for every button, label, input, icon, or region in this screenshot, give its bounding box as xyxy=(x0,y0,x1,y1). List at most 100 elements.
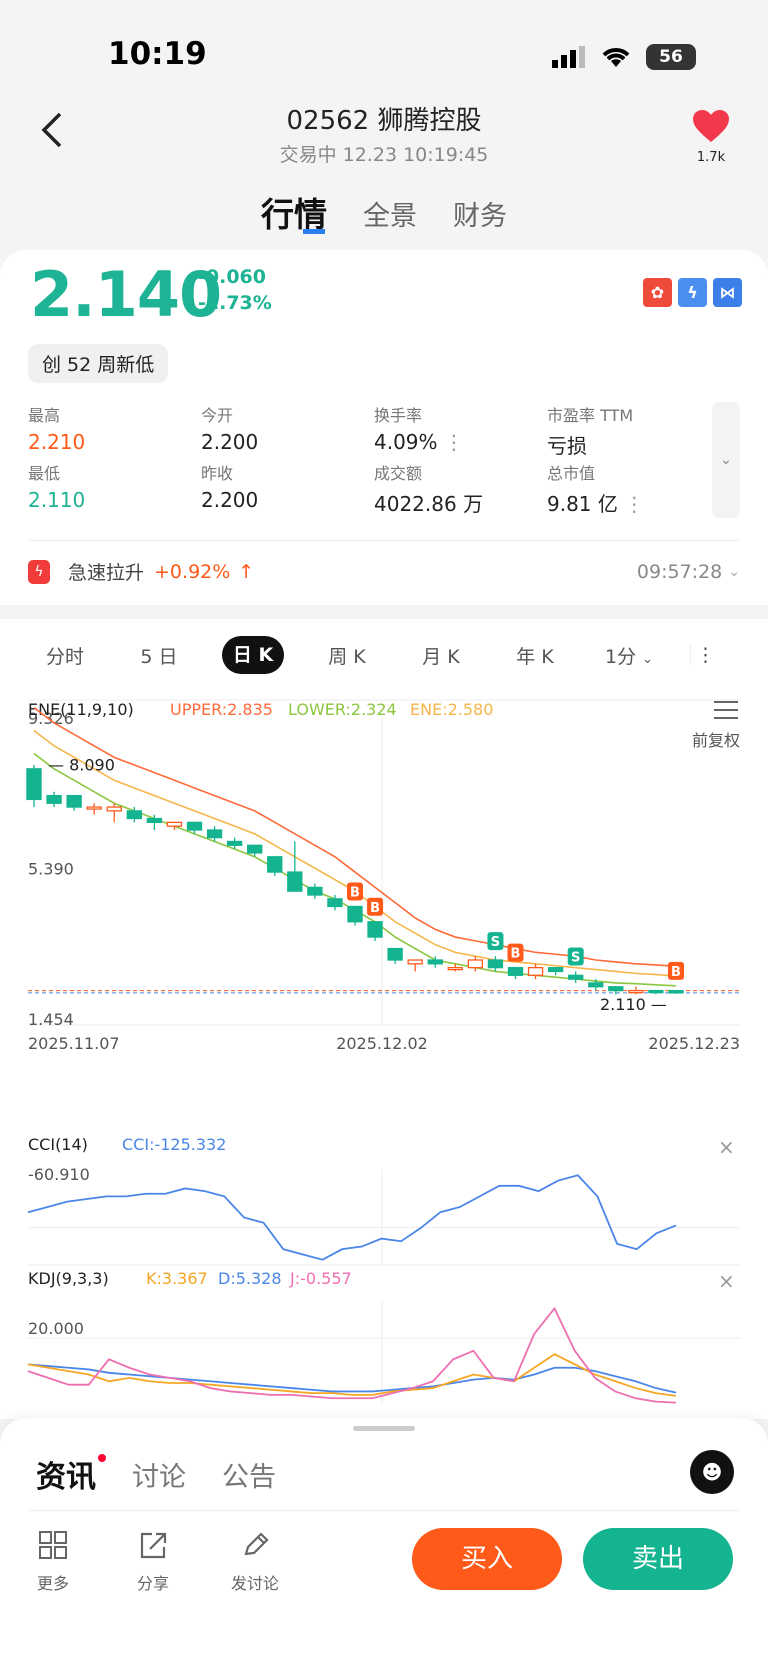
stat-open: 今开 2.200 xyxy=(201,406,259,454)
tab-monthly-k[interactable]: 月 K xyxy=(394,642,488,669)
lightning-icon[interactable]: ϟ xyxy=(678,278,707,307)
candle-body xyxy=(307,886,323,896)
candle-body xyxy=(527,966,544,976)
candle-body xyxy=(628,989,644,994)
ene-upper: UPPER:2.835 xyxy=(170,700,273,719)
candle-body xyxy=(86,806,102,810)
52-week-low-badge: 创 52 周新低 xyxy=(28,344,169,383)
status-time: 10:19 xyxy=(108,36,207,72)
adjust-mode[interactable]: 前复权 xyxy=(692,731,740,750)
kdj-level: 20.000 xyxy=(28,1319,84,1338)
signal-label: B xyxy=(350,885,360,900)
signal-label: B xyxy=(370,901,380,916)
candle-body xyxy=(608,986,624,992)
robot-assistant-icon[interactable]: ☻ xyxy=(690,1450,734,1494)
favorite-count: 1.7k xyxy=(696,150,726,165)
ene-upper-line xyxy=(33,707,677,968)
cci-name[interactable]: CCI(14) xyxy=(28,1135,88,1154)
tab-intraday[interactable]: 分时 xyxy=(18,642,112,669)
tab-yearly-k[interactable]: 年 K xyxy=(488,642,582,669)
kdj-j: J:-0.557 xyxy=(289,1269,352,1288)
chevron-down-icon: ⌄ xyxy=(720,452,732,468)
post-button[interactable]: 发讨论 xyxy=(220,1530,290,1594)
more-button[interactable]: 更多 xyxy=(18,1530,88,1594)
wifi-icon xyxy=(602,48,630,67)
share-button[interactable]: 分享 xyxy=(118,1530,188,1594)
candle-body xyxy=(226,840,243,846)
candle-body xyxy=(267,856,283,873)
tab-discussion[interactable]: 讨论 xyxy=(132,1455,186,1496)
close-kdj-icon[interactable]: × xyxy=(718,1269,735,1293)
hk-flag-icon[interactable]: ✿ xyxy=(643,278,672,307)
buy-button[interactable]: 买入 xyxy=(412,1528,562,1590)
expand-stats-button[interactable]: ⌄ xyxy=(712,402,740,518)
settings-lines-icon[interactable] xyxy=(714,701,738,719)
connect-icon[interactable]: ⋈ xyxy=(713,278,742,307)
low-label: 2.110 — xyxy=(600,995,667,1014)
cci-line xyxy=(27,1174,677,1261)
stat-pe-ttm: 市盈率 TTM 亏损 xyxy=(547,406,634,458)
tab-overview[interactable]: 全景 xyxy=(363,194,417,236)
candle-body xyxy=(66,794,82,808)
more-vertical-icon[interactable]: ⋮ xyxy=(690,644,720,666)
section-gap xyxy=(0,605,768,619)
stat-volume-amount: 成交额 4022.86 万 xyxy=(374,464,484,516)
lightning-alert-icon: ϟ xyxy=(28,559,50,584)
heart-icon xyxy=(693,110,729,142)
top-tabs: 行情 全景 财务 xyxy=(0,188,768,236)
cci-value: CCI:-125.332 xyxy=(122,1135,226,1154)
price-alert[interactable]: ϟ 急速拉升 +0.92% ↑ 09:57:28 ⌄ xyxy=(28,558,740,585)
arrow-up-icon: ↑ xyxy=(238,560,255,583)
favorite-button[interactable]: 1.7k xyxy=(686,108,736,165)
unread-dot xyxy=(98,1454,106,1462)
kdj-name[interactable]: KDJ(9,3,3) xyxy=(28,1269,109,1288)
buy-signal-marker: B xyxy=(668,961,684,980)
candle-body xyxy=(367,921,383,938)
candle-body xyxy=(427,959,443,965)
sell-button[interactable]: 卖出 xyxy=(583,1528,733,1590)
kdj-d: D:5.328 xyxy=(218,1269,282,1288)
tab-announcement[interactable]: 公告 xyxy=(222,1455,276,1496)
signal-icon xyxy=(552,46,585,68)
candle-body xyxy=(206,829,223,839)
candle-body xyxy=(106,806,122,812)
kline-chart: 9.3265.3901.4542025.11.07 2025.12.02 2025.… xyxy=(26,699,740,1405)
battery-indicator: 56 xyxy=(646,44,696,70)
tab-weekly-k[interactable]: 周 K xyxy=(300,642,394,669)
alert-pct: +0.92% xyxy=(154,560,231,583)
candle-body xyxy=(467,959,484,969)
candle-body xyxy=(588,982,604,988)
y-tick-label: 1.454 xyxy=(28,1010,74,1029)
tab-1min[interactable]: 1分 ⌄ xyxy=(582,642,676,669)
stock-title: 02562 狮腾控股 xyxy=(286,106,482,136)
cci-level: -60.910 xyxy=(28,1165,90,1184)
alert-time: 09:57:28 xyxy=(636,560,723,583)
x-tick-label: 2025.12.23 xyxy=(648,1034,740,1053)
tab-5day[interactable]: 5 日 xyxy=(112,642,206,669)
buy-signal-marker: B xyxy=(507,943,524,962)
alert-text: 急速拉升 xyxy=(68,562,145,584)
signal-label: S xyxy=(491,935,500,950)
candle-body xyxy=(26,768,42,801)
x-tick-label: 2025.12.02 xyxy=(336,1034,428,1053)
candle-body xyxy=(507,966,524,976)
candle-body xyxy=(568,974,584,980)
divider xyxy=(28,1510,740,1511)
candle-body xyxy=(648,989,664,994)
kdj-j-line xyxy=(27,1306,677,1404)
price-change: -0.060 -2.73% xyxy=(198,264,272,316)
close-cci-icon[interactable]: × xyxy=(718,1135,735,1159)
candle-body xyxy=(668,989,684,994)
tab-news[interactable]: 资讯 xyxy=(36,1452,106,1496)
stat-prev-close: 昨收 2.200 xyxy=(201,464,259,512)
drag-handle[interactable] xyxy=(353,1426,415,1431)
tab-quote[interactable]: 行情 xyxy=(261,188,327,236)
tab-daily-k[interactable]: 日 K xyxy=(222,636,284,674)
sell-signal-marker: S xyxy=(487,932,504,950)
divider xyxy=(28,540,740,541)
candle-body xyxy=(186,821,203,831)
candle-body xyxy=(247,844,263,854)
y-tick-label: 5.390 xyxy=(28,860,74,879)
grid-icon xyxy=(18,1530,88,1570)
tab-finance[interactable]: 财务 xyxy=(453,194,507,236)
